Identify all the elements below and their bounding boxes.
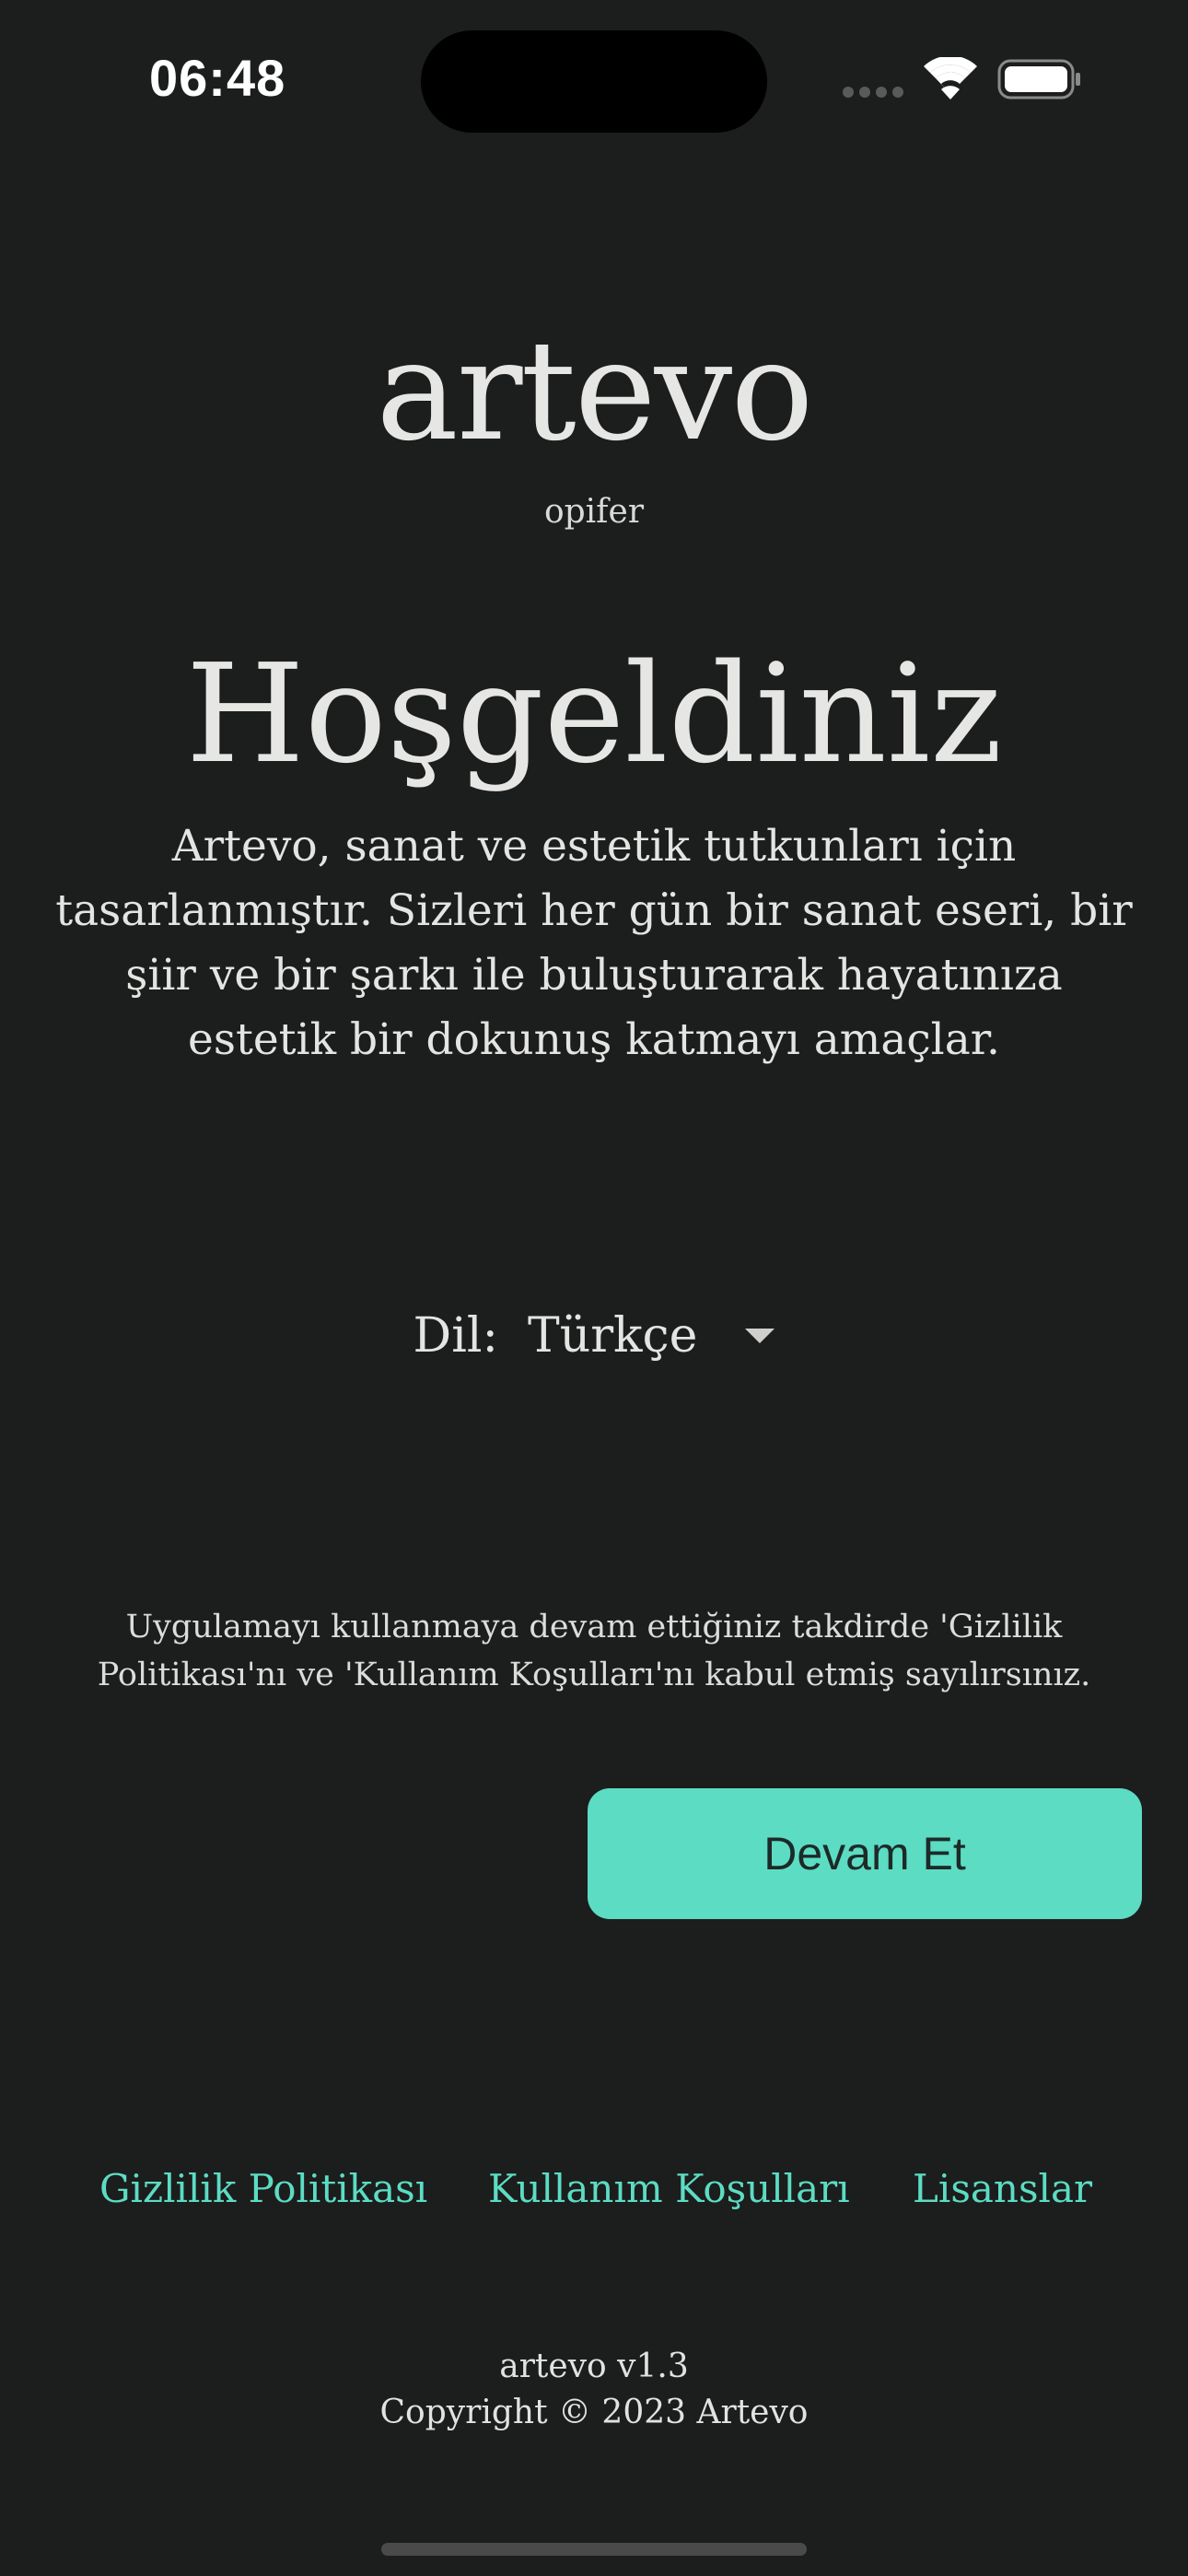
consent-line: Politikası'nı ve 'Kullanım Koşulları'nı … bbox=[97, 1657, 1091, 1693]
language-row: Dil: Türkçe bbox=[0, 1299, 1188, 1373]
language-label: Dil: bbox=[413, 1308, 499, 1364]
caret-down-icon bbox=[745, 1329, 775, 1343]
app-logo: artevo bbox=[376, 311, 813, 472]
app-subtitle: opifer bbox=[543, 493, 645, 531]
licenses-link[interactable]: Lisanslar bbox=[913, 2161, 1092, 2217]
app-version: artevo v1.3 bbox=[499, 2348, 689, 2385]
consent-line: Uygulamayı kullanmaya devam ettiğiniz ta… bbox=[125, 1609, 1063, 1645]
home-indicator bbox=[381, 2543, 807, 2556]
signal-dots-icon bbox=[843, 87, 903, 98]
terms-of-use-link[interactable]: Kullanım Koşulları bbox=[488, 2161, 850, 2217]
continue-button[interactable]: Devam Et bbox=[588, 1788, 1142, 1919]
battery-full-icon bbox=[997, 59, 1080, 100]
welcome-description-line: şiir ve bir şarkı ile buluşturarak hayat… bbox=[125, 950, 1063, 1001]
status-time: 06:48 bbox=[149, 49, 286, 107]
welcome-description-line: tasarlanmıştır. Sizleri her gün bir sana… bbox=[55, 885, 1133, 936]
welcome-description-line: estetik bir dokunuş katmayı amaçlar. bbox=[188, 1014, 1000, 1065]
language-selected-value: Türkçe bbox=[528, 1308, 698, 1364]
welcome-description: Artevo, sanat ve estetik tutkunları için… bbox=[46, 814, 1142, 1072]
welcome-title: Hoşgeldiniz bbox=[185, 635, 1003, 793]
wifi-icon bbox=[924, 57, 977, 100]
language-dropdown[interactable]: Türkçe bbox=[528, 1308, 775, 1364]
privacy-policy-link[interactable]: Gizlilik Politikası bbox=[99, 2161, 427, 2217]
status-bar: 06:48 bbox=[0, 0, 1188, 162]
copyright-notice: Copyright © 2023 Artevo bbox=[379, 2394, 809, 2431]
dynamic-island bbox=[421, 30, 767, 133]
consent-notice: Uygulamayı kullanmaya devam ettiğiniz ta… bbox=[64, 1603, 1124, 1699]
welcome-description-line: Artevo, sanat ve estetik tutkunları için bbox=[171, 821, 1017, 872]
